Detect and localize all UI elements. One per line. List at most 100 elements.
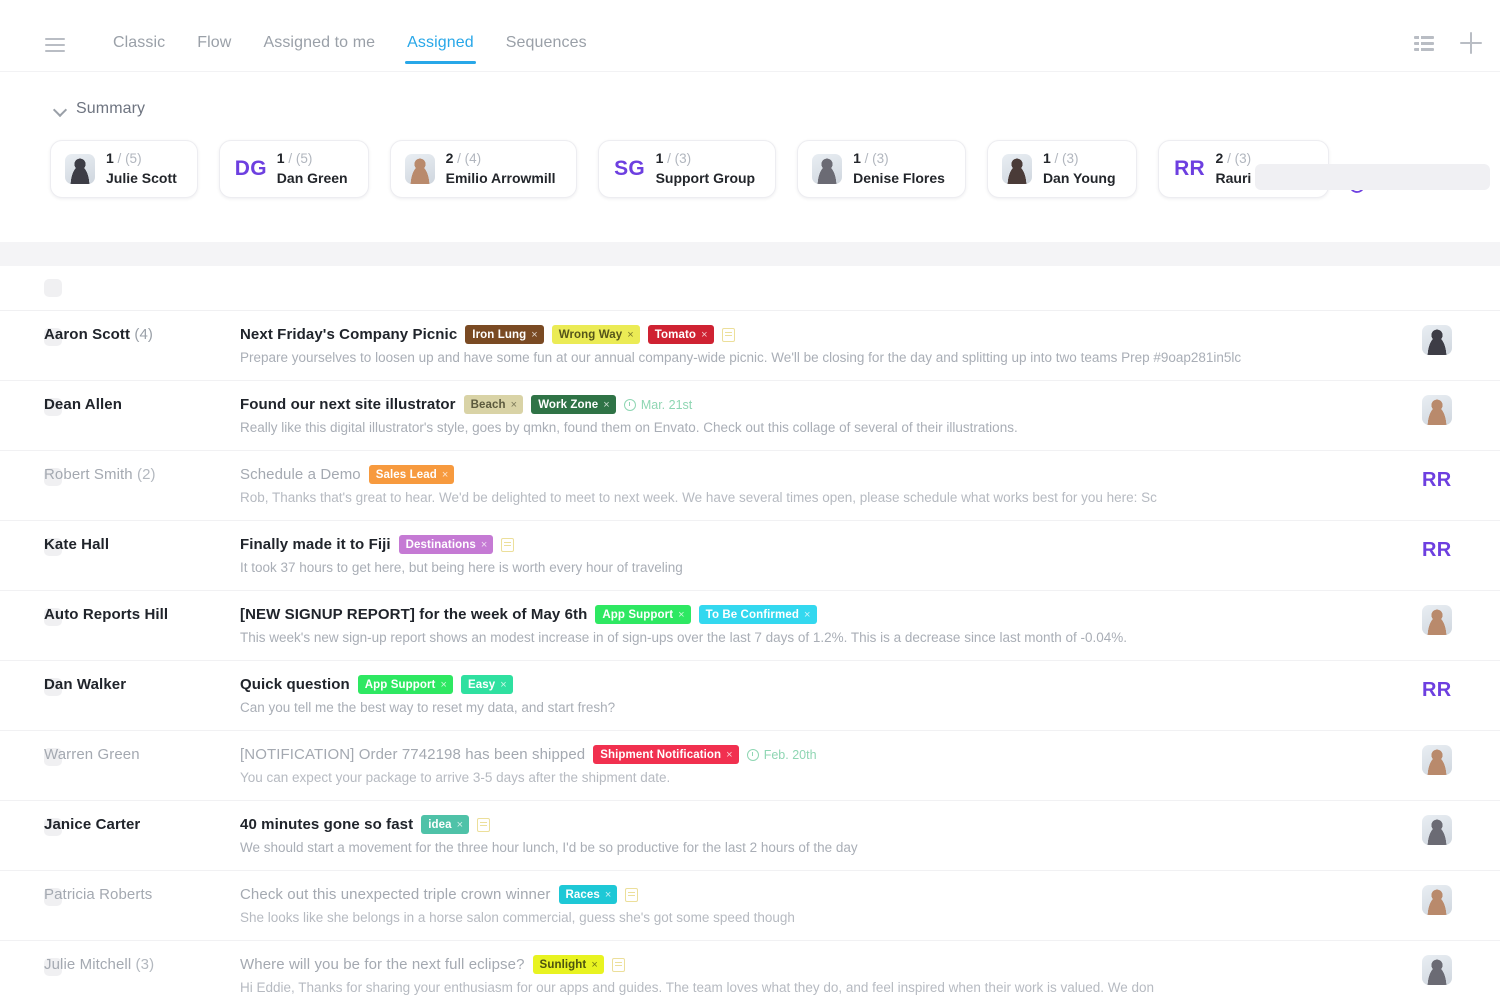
assignee-initials[interactable]: RR [1422, 465, 1458, 495]
email-row[interactable]: Dan Walker Quick question App Support × Easy… [0, 661, 1500, 731]
summary-card[interactable]: 1 / (3) Denise Flores [797, 140, 966, 198]
assignee-avatar[interactable] [1422, 325, 1452, 355]
tag-chip[interactable]: Sales Lead × [368, 465, 455, 484]
tag-remove-icon[interactable]: × [804, 609, 811, 621]
tag-label: Wrong Way [558, 328, 623, 341]
tag-chip[interactable]: Races × [558, 885, 618, 904]
summary-card[interactable]: 1 / (5) Julie Scott [50, 140, 198, 198]
total-count: (3) [1062, 151, 1079, 167]
tag-remove-icon[interactable]: × [500, 679, 507, 691]
sender-label: Robert Smith [44, 466, 133, 483]
avatar-initials: RR [1174, 157, 1205, 180]
email-row[interactable]: Julie Mitchell (3) Where will you be for … [0, 941, 1500, 1000]
email-row[interactable]: Auto Reports Hill [NEW SIGNUP REPORT] for… [0, 591, 1500, 661]
summary-card[interactable]: 1 / (3) Dan Young [986, 140, 1137, 198]
assignee-avatar[interactable] [1422, 955, 1452, 985]
email-row[interactable]: Aaron Scott (4) Next Friday's Company Pic… [0, 311, 1500, 381]
note-icon[interactable] [721, 327, 735, 342]
hamburger-menu-icon[interactable] [45, 38, 65, 52]
sender-name: Warren Green [44, 745, 240, 763]
tag-remove-icon[interactable]: × [627, 329, 634, 341]
tag-chip[interactable]: idea × [421, 815, 470, 834]
summary-card[interactable]: DG 1 / (5) Dan Green [218, 140, 369, 198]
sender-label: Warren Green [44, 746, 140, 763]
tag-chip[interactable]: Sunlight × [532, 955, 604, 974]
note-icon[interactable] [625, 887, 639, 902]
tag-chip[interactable]: Wrong Way × [551, 325, 640, 344]
subject-line: Check out this unexpected triple crown w… [240, 885, 1394, 904]
add-icon[interactable] [1460, 32, 1482, 54]
summary-header[interactable]: Summary [54, 100, 1500, 118]
email-row[interactable]: Janice Carter 40 minutes gone so fast idea… [0, 801, 1500, 871]
assignee-avatar[interactable] [1422, 605, 1452, 635]
tag-chip[interactable]: Iron Lung × [465, 325, 544, 344]
assignee-initials[interactable]: RR [1422, 675, 1458, 705]
tag-remove-icon[interactable]: × [511, 399, 518, 411]
assignee-initials[interactable]: RR [1422, 535, 1458, 565]
email-list: Aaron Scott (4) Next Friday's Company Pic… [0, 266, 1500, 1000]
tag-remove-icon[interactable]: × [481, 539, 488, 551]
email-rows: Aaron Scott (4) Next Friday's Company Pic… [0, 311, 1500, 1000]
tag-chip[interactable]: Shipment Notification × [593, 745, 739, 764]
tab-assigned[interactable]: Assigned [391, 30, 490, 64]
email-preview: Rob, Thanks that's great to hear. We'd b… [240, 490, 1157, 505]
tag-remove-icon[interactable]: × [457, 819, 464, 831]
assignee-avatar[interactable] [1422, 815, 1452, 845]
tag-remove-icon[interactable]: × [531, 329, 538, 341]
email-row[interactable]: Patricia Roberts Check out this unexpecte… [0, 871, 1500, 941]
assigned-count: 1 [1042, 150, 1051, 167]
tag-chip[interactable]: Beach × [463, 395, 524, 414]
tag-chip[interactable]: Work Zone × [531, 395, 616, 414]
note-icon[interactable] [477, 817, 491, 832]
email-subject: Next Friday's Company Picnic [240, 326, 458, 343]
tag-chip[interactable]: App Support × [357, 675, 454, 694]
list-view-icon[interactable] [1414, 35, 1434, 51]
assigned-count: 1 [853, 150, 861, 167]
email-subject: [NOTIFICATION] Order 7742198 has been sh… [240, 746, 586, 763]
snooze-date-chip[interactable]: Feb. 20th [746, 748, 817, 762]
tag-remove-icon[interactable]: × [678, 609, 685, 621]
email-preview: It took 37 hours to get here, but being … [240, 560, 683, 575]
app-root: Classic Flow Assigned to me Assigned Sequenc… [0, 0, 1500, 1000]
thread-count: (3) [135, 956, 155, 973]
select-all-checkbox[interactable] [44, 279, 62, 297]
summary-card[interactable]: 2 / (4) Emilio Arrowmill [389, 140, 577, 198]
email-subject: Check out this unexpected triple crown w… [240, 886, 551, 903]
assigned-count: 1 [106, 150, 114, 167]
chevron-down-icon[interactable] [54, 105, 67, 113]
assignment-count: 2 / (4) [445, 150, 482, 167]
tag-chip[interactable]: App Support × [595, 605, 691, 624]
email-row[interactable]: Dean Allen Found our next site illustrato… [0, 381, 1500, 451]
email-row[interactable]: Warren Green [NOTIFICATION] Order 7742198… [0, 731, 1500, 801]
snooze-date-chip[interactable]: Mar. 21st [623, 398, 692, 412]
avatar [404, 154, 435, 184]
tag-remove-icon[interactable]: × [605, 889, 612, 901]
assignee-avatar[interactable] [1422, 745, 1452, 775]
tag-remove-icon[interactable]: × [701, 329, 708, 341]
tab-classic[interactable]: Classic [97, 30, 181, 64]
tag-remove-icon[interactable]: × [591, 959, 598, 971]
tag-chip[interactable]: Easy × [461, 675, 513, 694]
tag-label: Races [565, 888, 600, 901]
assignee-avatar[interactable] [1422, 885, 1452, 915]
note-icon[interactable] [501, 537, 515, 552]
tag-remove-icon[interactable]: × [442, 469, 449, 481]
tag-remove-icon[interactable]: × [603, 399, 610, 411]
tag-chip[interactable]: Tomato × [647, 325, 714, 344]
note-icon[interactable] [611, 957, 625, 972]
assignee-avatar[interactable] [1422, 395, 1452, 425]
tag-chip[interactable]: Destinations × [398, 535, 494, 554]
email-row[interactable]: Kate Hall Finally made it to Fiji Destinat… [0, 521, 1500, 591]
tab-assigned-to-me[interactable]: Assigned to me [247, 30, 391, 64]
summary-card[interactable]: SG 1 / (3) Support Group [597, 140, 777, 198]
tab-flow[interactable]: Flow [181, 30, 247, 64]
sender-label: Patricia Roberts [44, 886, 153, 903]
tag-remove-icon[interactable]: × [726, 749, 733, 761]
search-placeholder-box[interactable] [1255, 164, 1490, 190]
email-row[interactable]: Robert Smith (2) Schedule a Demo Sales Lea… [0, 451, 1500, 521]
tab-sequences[interactable]: Sequences [490, 30, 603, 64]
tag-chip[interactable]: To Be Confirmed × [698, 605, 817, 624]
sender-name: Julie Mitchell (3) [44, 955, 240, 973]
tag-remove-icon[interactable]: × [440, 679, 447, 691]
sender-label: Aaron Scott [44, 326, 131, 343]
